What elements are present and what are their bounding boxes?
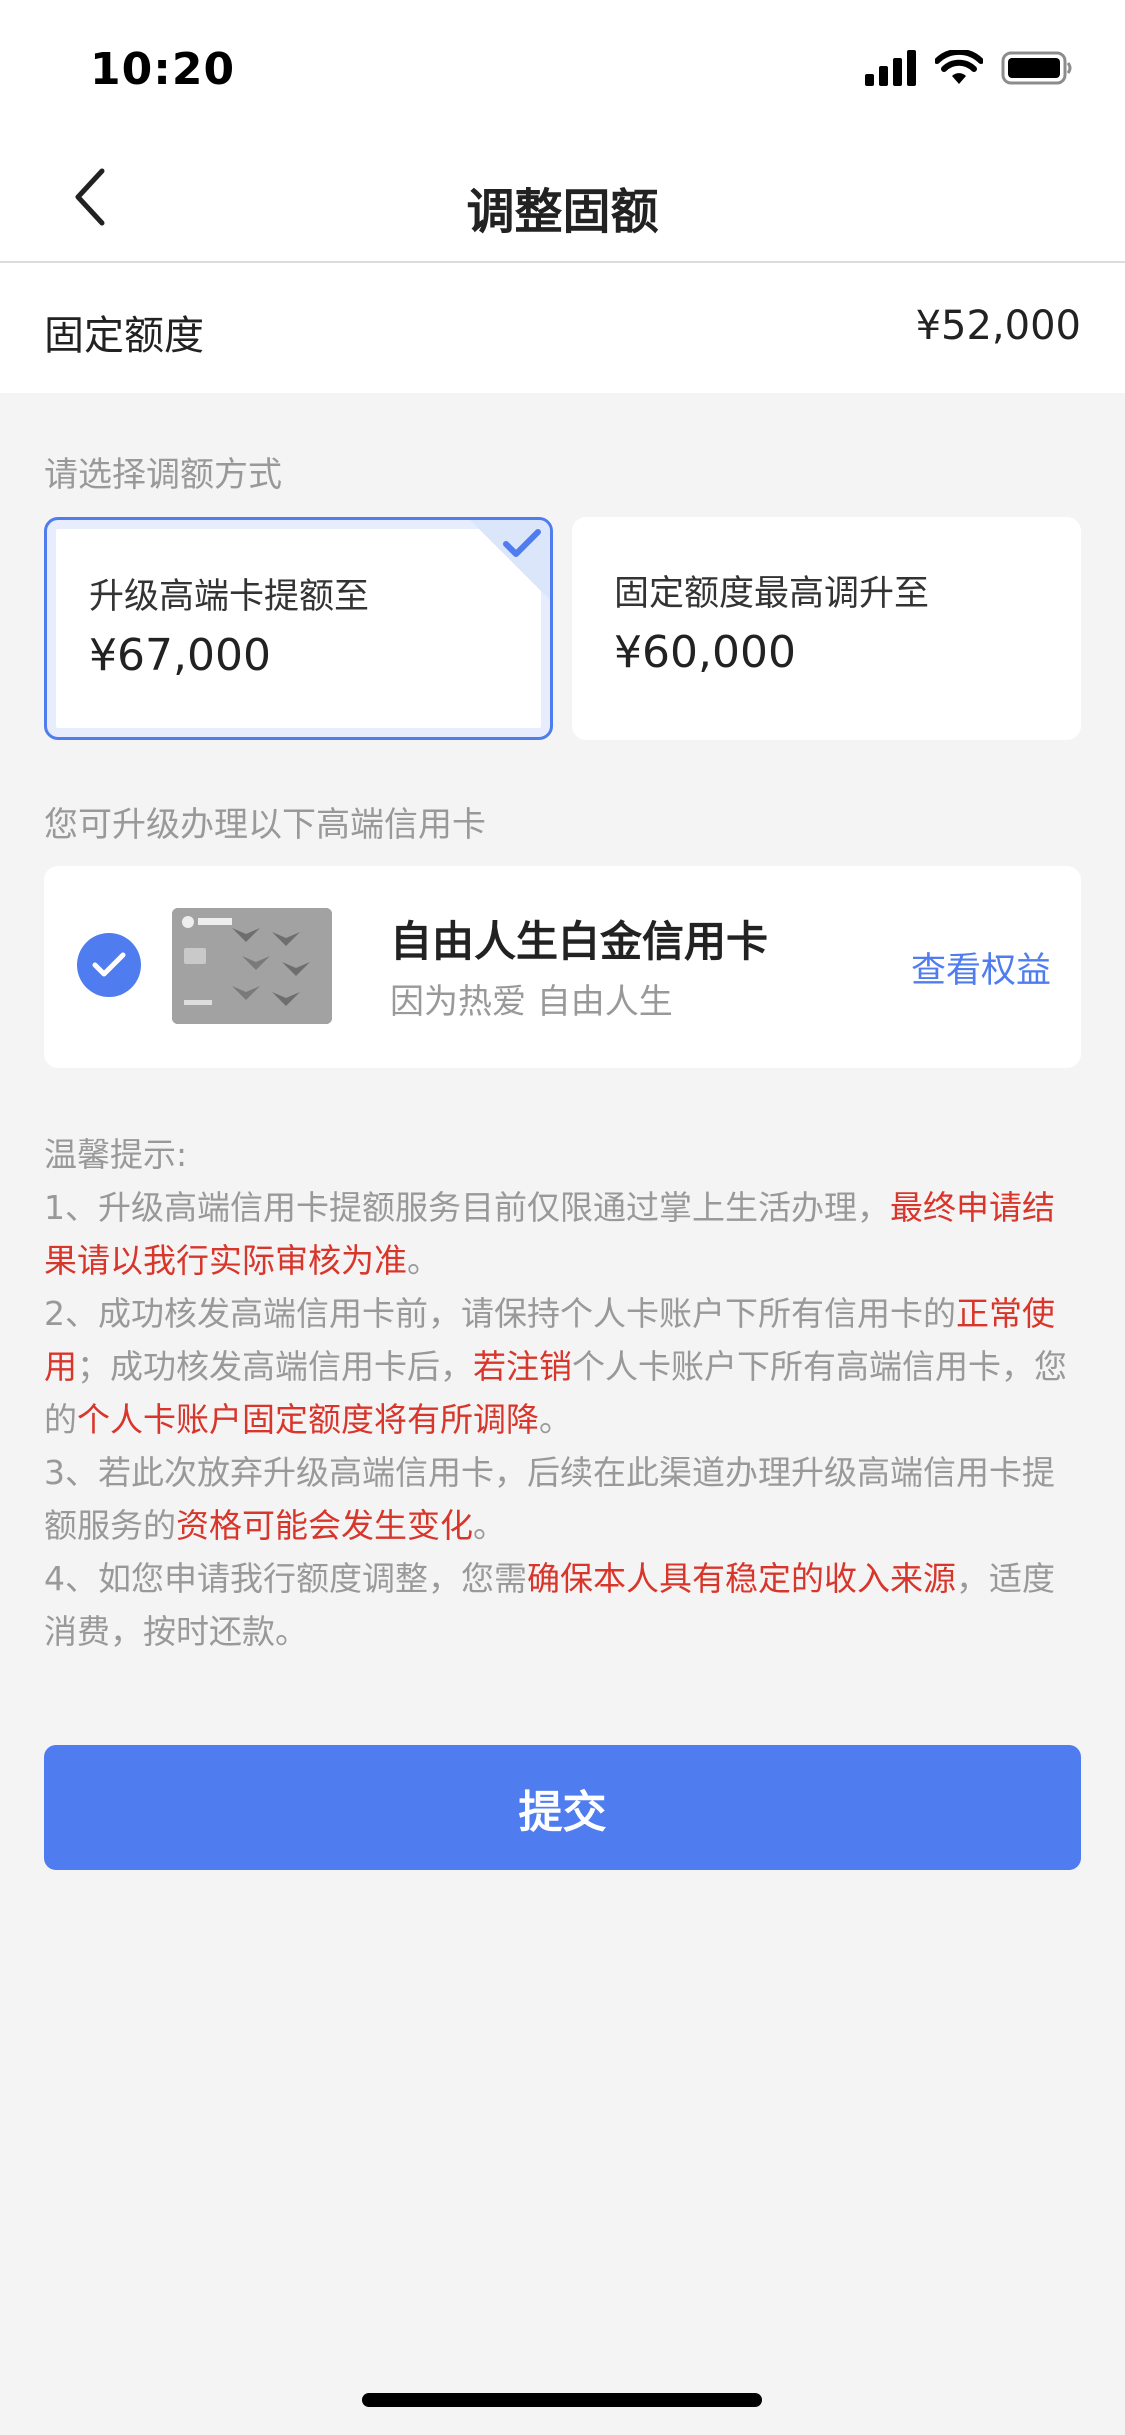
cellular-signal-icon	[865, 50, 916, 86]
tip-text: 。	[539, 1400, 572, 1439]
option-fixed-increase[interactable]: 固定额度最高调升至 ¥60,000	[572, 517, 1081, 740]
tip-warning: 若注销	[473, 1347, 572, 1386]
option-value: ¥60,000	[614, 627, 796, 678]
tip-text: 。	[407, 1241, 440, 1280]
nav-bar: 调整固额	[0, 140, 1125, 263]
card-slogan: 因为热爱 自由人生	[390, 982, 673, 1022]
fixed-limit-label: 固定额度	[44, 313, 204, 359]
wifi-icon	[935, 50, 983, 84]
checkmark-icon	[503, 529, 541, 557]
tips-block: 温馨提示: 1、升级高端信用卡提额服务目前仅限通过掌上生活办理，最终申请结果请以…	[44, 1128, 1084, 1658]
card-name: 自由人生白金信用卡	[390, 917, 769, 966]
fixed-limit-value: ¥52,000	[915, 303, 1081, 349]
tip-item: 3、若此次放弃升级高端信用卡，后续在此渠道办理升级高端信用卡提额服务的资格可能会…	[44, 1446, 1084, 1552]
credit-card-image	[172, 908, 332, 1024]
option-value: ¥67,000	[89, 630, 271, 681]
tip-warning: 确保本人具有稳定的收入来源	[527, 1559, 956, 1598]
tip-item: 2、成功核发高端信用卡前，请保持个人卡账户下所有信用卡的正常使用；成功核发高端信…	[44, 1287, 1084, 1446]
card-select-checkbox[interactable]	[77, 933, 141, 997]
home-indicator[interactable]	[362, 2393, 762, 2407]
option-label: 固定额度最高调升至	[614, 574, 930, 614]
submit-button[interactable]: 提交	[44, 1745, 1081, 1870]
upgrade-card-title: 您可升级办理以下高端信用卡	[44, 805, 486, 845]
status-icons	[865, 50, 1073, 86]
tip-warning: 个人卡账户固定额度将有所调降	[77, 1400, 539, 1439]
page-title: 调整固额	[466, 184, 659, 240]
fixed-limit-row: 固定额度 ¥52,000	[0, 263, 1125, 393]
status-bar: 10:20	[0, 0, 1125, 140]
battery-icon	[1001, 51, 1072, 85]
tip-text: 2、成功核发高端信用卡前，请保持个人卡账户下所有信用卡的	[44, 1294, 956, 1333]
tip-text: 。	[473, 1506, 506, 1545]
tip-text: ；成功核发高端信用卡后，	[77, 1347, 473, 1386]
checkmark-icon	[92, 952, 126, 977]
option-label: 升级高端卡提额至	[89, 577, 370, 617]
tip-item: 1、升级高端信用卡提额服务目前仅限通过掌上生活办理，最终申请结果请以我行实际审核…	[44, 1181, 1084, 1287]
tip-item: 4、如您申请我行额度调整，您需确保本人具有稳定的收入来源，适度消费，按时还款。	[44, 1552, 1084, 1658]
tip-warning: 资格可能会发生变化	[176, 1506, 473, 1545]
tip-text: 4、如您申请我行额度调整，您需	[44, 1559, 527, 1598]
tips-heading: 温馨提示:	[44, 1135, 188, 1174]
tip-text: 1、升级高端信用卡提额服务目前仅限通过掌上生活办理，	[44, 1188, 890, 1227]
option-upgrade-card[interactable]: 升级高端卡提额至 ¥67,000	[44, 517, 553, 740]
status-time: 10:20	[90, 44, 236, 95]
view-benefits-link[interactable]: 查看权益	[911, 942, 1051, 993]
card-option[interactable]: 自由人生白金信用卡 因为热爱 自由人生 查看权益	[44, 866, 1081, 1068]
adjust-method-title: 请选择调额方式	[44, 455, 282, 495]
